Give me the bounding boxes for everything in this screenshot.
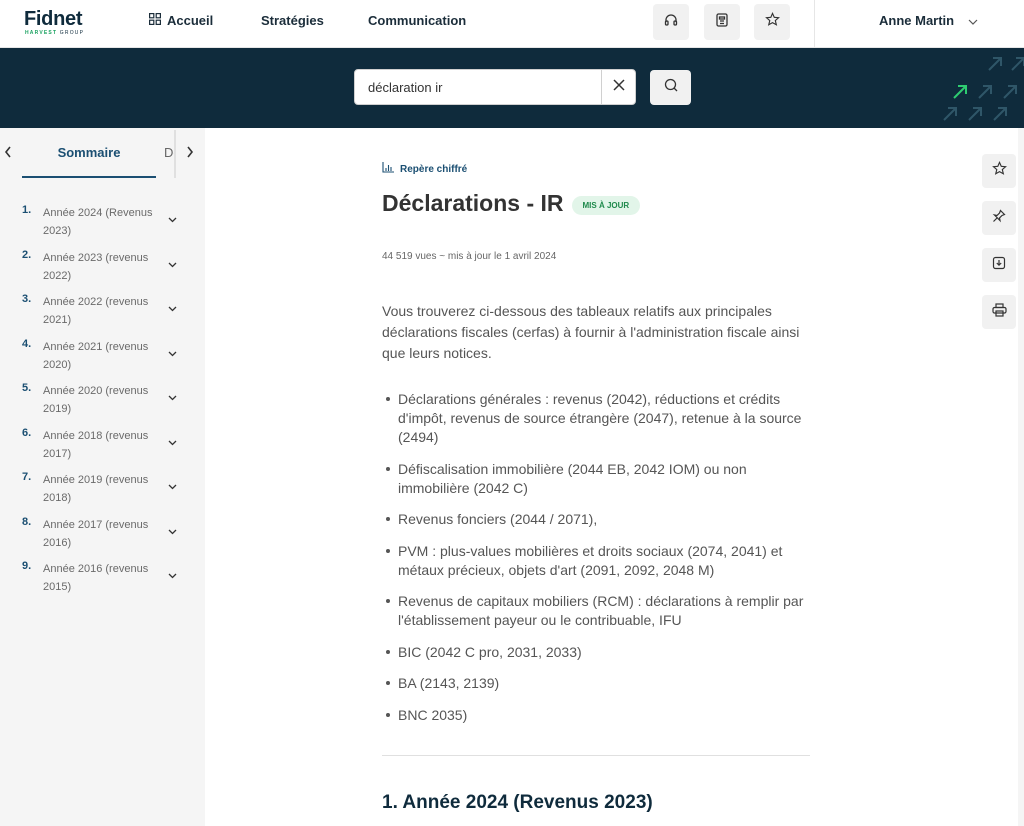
article-intro: Vous trouverez ci-dessous des tableaux r… — [382, 303, 800, 361]
nav-separator — [814, 0, 815, 48]
decorative-arrows-icon — [943, 57, 1024, 121]
tabs-prev-icon[interactable] — [4, 145, 12, 161]
user-name: Anne Martin — [879, 13, 955, 28]
list-item: BNC 2035) — [382, 706, 810, 725]
list-item: PVM : plus-values mobilières et droits s… — [382, 542, 810, 580]
download-button[interactable] — [982, 248, 1016, 282]
article-kicker: Repère chiffré — [382, 162, 467, 176]
bar-chart-icon — [382, 162, 394, 176]
article-meta: 44 519 vues ~ mis à jour le 1 avril 2024 — [382, 251, 557, 262]
chevron-down-icon[interactable] — [166, 259, 178, 271]
toc-item[interactable]: 8. Année 2017 (revenus 2016) — [0, 514, 205, 559]
nav-home-label: Accueil — [167, 13, 214, 28]
nav-home[interactable]: Accueil — [149, 13, 213, 28]
nav-communication-label: Communication — [368, 13, 467, 28]
bullet-list: Déclarations générales : revenus (2042),… — [382, 390, 810, 737]
search-band — [0, 48, 1024, 128]
sidebar-tabs: Sommaire Do — [0, 128, 205, 180]
list-item: BA (2143, 2139) — [382, 674, 810, 693]
list-item: BIC (2042 C pro, 2031, 2033) — [382, 643, 810, 662]
toc-item[interactable]: 2. Année 2023 (revenus 2022) — [0, 247, 205, 292]
table-of-contents: 1. Année 2024 (Revenus 2023) 2. Année 20… — [0, 202, 205, 603]
toc-item[interactable]: 7. Année 2019 (revenus 2018) — [0, 469, 205, 514]
list-item: Revenus fonciers (2044 / 2071), — [382, 510, 810, 529]
sidebar: Sommaire Do 1. Année 2024 (Revenus 2023)… — [0, 128, 205, 826]
chevron-down-icon[interactable] — [166, 481, 178, 493]
top-nav: Fidnet HARVEST GROUP Accueil Stratégies … — [0, 0, 1024, 48]
tab-sommaire[interactable]: Sommaire — [22, 145, 156, 160]
user-menu[interactable]: Anne Martin — [879, 13, 978, 28]
logo-subtitle: HARVEST GROUP — [25, 30, 85, 36]
toc-item[interactable]: 4. Année 2021 (revenus 2020) — [0, 336, 205, 381]
page-title: Déclarations - IR — [382, 190, 564, 216]
tabs-next-icon[interactable] — [186, 145, 194, 161]
logo[interactable]: Fidnet HARVEST GROUP — [24, 8, 84, 36]
chevron-down-icon[interactable] — [166, 303, 178, 315]
nav-strategies-label: Stratégies — [261, 13, 324, 28]
chevron-down-icon[interactable] — [166, 437, 178, 449]
download-icon — [992, 256, 1006, 275]
scrollbar[interactable] — [1018, 128, 1024, 826]
section-divider — [382, 755, 810, 756]
chevron-down-icon[interactable] — [166, 392, 178, 404]
list-item: Déclarations générales : revenus (2042),… — [382, 390, 810, 447]
search-input[interactable] — [355, 70, 601, 104]
section-title: 1. Année 2024 (Revenus 2023) — [382, 792, 653, 813]
toc-item[interactable]: 5. Année 2020 (revenus 2019) — [0, 380, 205, 425]
toc-item[interactable]: 3. Année 2022 (revenus 2021) — [0, 291, 205, 336]
search-box — [354, 69, 636, 105]
document-icon — [716, 12, 728, 32]
favorite-button[interactable] — [982, 154, 1016, 188]
pin-icon — [992, 208, 1006, 228]
tab-divider — [174, 130, 176, 178]
star-icon — [991, 161, 1007, 181]
pin-button[interactable] — [982, 201, 1016, 235]
print-button[interactable] — [982, 295, 1016, 329]
toc-item[interactable]: 9. Année 2016 (revenus 2015) — [0, 558, 205, 603]
nav-strategies[interactable]: Stratégies — [261, 13, 324, 28]
documents-button[interactable] — [704, 4, 740, 40]
title-row: Déclarations - IR MIS À JOUR — [382, 190, 641, 217]
star-icon — [764, 12, 780, 32]
toc-item[interactable]: 6. Année 2018 (revenus 2017) — [0, 425, 205, 470]
list-item: Revenus de capitaux mobiliers (RCM) : dé… — [382, 592, 810, 630]
kicker-label: Repère chiffré — [400, 163, 468, 175]
status-badge: MIS À JOUR — [571, 196, 641, 215]
nav-communication[interactable]: Communication — [368, 13, 466, 28]
search-button[interactable] — [650, 70, 691, 105]
chevron-down-icon[interactable] — [166, 214, 178, 226]
grid-icon — [149, 13, 161, 28]
headset-icon — [664, 13, 678, 32]
tab-active-indicator — [22, 176, 156, 178]
print-icon — [991, 302, 1007, 322]
search-icon — [664, 78, 678, 97]
clear-search-button[interactable] — [601, 70, 636, 104]
chevron-down-icon[interactable] — [166, 570, 178, 582]
headset-button[interactable] — [653, 4, 689, 40]
list-item: Défiscalisation immobilière (2044 EB, 20… — [382, 460, 810, 498]
chevron-down-icon[interactable] — [166, 526, 178, 538]
chevron-down-icon[interactable] — [166, 348, 178, 360]
favorites-button[interactable] — [754, 4, 790, 40]
close-icon — [613, 78, 625, 96]
logo-name: Fidnet — [24, 8, 83, 30]
toc-item[interactable]: 1. Année 2024 (Revenus 2023) — [0, 202, 205, 247]
chevron-down-icon — [968, 13, 978, 28]
